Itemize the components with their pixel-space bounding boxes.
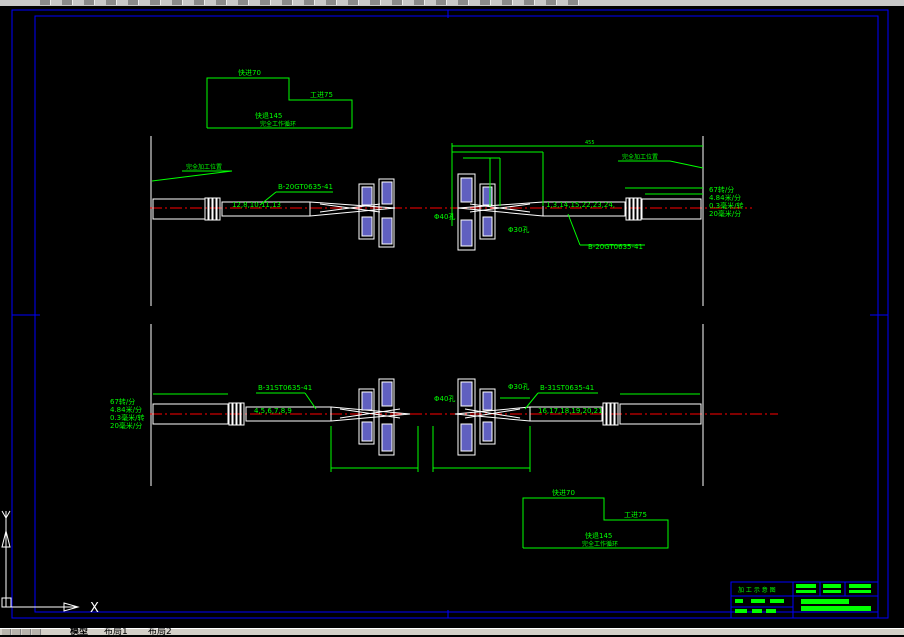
matchprop-icon[interactable] — [216, 0, 227, 5]
toolpalette-icon[interactable] — [414, 0, 425, 5]
tab-first-arrow[interactable] — [2, 629, 11, 635]
top-right-line-note: 完全加工位置 — [622, 153, 658, 161]
bottom-left-head-label: B-31ST0635-41 — [258, 384, 312, 392]
copy-icon[interactable] — [172, 0, 183, 5]
bottom-dia30: Φ30孔 — [508, 383, 529, 391]
tab-model[interactable]: 模型 — [70, 628, 88, 637]
bottom-legend-total145: 快退145 — [585, 531, 612, 540]
layer-icon[interactable] — [524, 0, 535, 5]
save-icon[interactable] — [84, 0, 95, 5]
open-icon[interactable] — [62, 0, 73, 5]
color-icon[interactable] — [568, 0, 579, 5]
help-icon[interactable] — [502, 0, 513, 5]
properties-icon[interactable] — [370, 0, 381, 5]
zoom-previous-icon[interactable] — [348, 0, 359, 5]
tab-layout1[interactable]: 布局1 — [104, 628, 128, 637]
preview-icon[interactable] — [128, 0, 139, 5]
calc-icon[interactable] — [480, 0, 491, 5]
svg-text:67转/分: 67转/分 — [709, 185, 734, 194]
tab-next-arrow[interactable] — [22, 629, 31, 635]
bottom-legend-speed70: 快进70 — [552, 488, 575, 497]
outer-frame — [11, 9, 889, 619]
top-legend-work75: 工进75 — [310, 91, 333, 99]
svg-text:0.3毫米/转: 0.3毫米/转 — [110, 413, 145, 422]
svg-text:67转/分: 67转/分 — [110, 397, 135, 406]
zoom-realtime-icon[interactable] — [304, 0, 315, 5]
ucs-x-label: X — [90, 601, 99, 616]
top-dim-455: 455 — [585, 140, 595, 146]
svg-text:20毫米/分: 20毫米/分 — [110, 421, 142, 430]
cut-icon[interactable] — [150, 0, 161, 5]
svg-text:4.84米/分: 4.84米/分 — [709, 193, 741, 202]
svg-text:20毫米/分: 20毫米/分 — [709, 209, 741, 218]
top-right-spindle-nums: 1,3,14,15,22,23,24, — [546, 201, 615, 209]
bottom-dia40: Φ40孔 — [434, 395, 455, 403]
top-legend-note: 完全工作循环 — [260, 120, 296, 128]
markup-icon[interactable] — [458, 0, 469, 5]
bottom-legend-note: 完全工作循环 — [582, 540, 618, 548]
model-space-canvas[interactable]: 快进70 工进75 快退145 完全工作循环 12,8,10,11,13 B-2… — [0, 6, 904, 628]
layer-state-icon[interactable] — [546, 0, 557, 5]
ucs-icon — [1, 510, 80, 612]
designcenter-icon[interactable] — [392, 0, 403, 5]
top-left-spindle-nums: 12,8,10,11,13 — [232, 201, 281, 209]
bottom-right-head-label: B-31ST0635-41 — [540, 384, 594, 392]
top-right-head-label: B-20GT0635-41 — [588, 243, 643, 251]
sheetset-icon[interactable] — [436, 0, 447, 5]
svg-text:0.3毫米/转: 0.3毫米/转 — [709, 201, 744, 210]
redo-icon[interactable] — [260, 0, 271, 5]
tab-prev-arrow[interactable] — [12, 629, 21, 635]
top-dia30: Φ30孔 — [508, 226, 529, 234]
top-left-fixture — [358, 178, 395, 248]
zoom-window-icon[interactable] — [326, 0, 337, 5]
top-dia40: Φ40孔 — [434, 213, 455, 221]
top-legend-total145: 快退145 — [255, 111, 282, 120]
pan-icon[interactable] — [282, 0, 293, 5]
new-icon[interactable] — [40, 0, 51, 5]
top-dimension-lines — [451, 143, 703, 226]
top-left-head-label: B-20GT0635-41 — [278, 183, 333, 191]
top-legend-speed70: 快进70 — [238, 68, 261, 77]
tab-layout2[interactable]: 布局2 — [148, 628, 172, 637]
print-icon[interactable] — [106, 0, 117, 5]
tab-last-arrow[interactable] — [32, 629, 41, 635]
paste-icon[interactable] — [194, 0, 205, 5]
top-right-fixture — [457, 173, 496, 251]
bottom-legend-work75: 工进75 — [624, 511, 647, 519]
top-left-line-note: 完全加工位置 — [186, 163, 222, 171]
bottom-left-spindle-nums: 4,5,6,7,8,9 — [254, 407, 292, 415]
svg-text:4.84米/分: 4.84米/分 — [110, 405, 142, 414]
bottom-speed-list: 67转/分 4.84米/分 0.3毫米/转 20毫米/分 — [110, 397, 145, 430]
inner-frame — [34, 15, 879, 613]
bottom-right-spindle-nums: 16,17,18,19,20,21 — [538, 407, 603, 415]
top-speed-list: 67转/分 4.84米/分 0.3毫米/转 20毫米/分 — [709, 185, 744, 218]
undo-icon[interactable] — [238, 0, 249, 5]
title-block-heading: 加 工 示 意 图 — [738, 586, 776, 594]
cad-drawing[interactable]: 快进70 工进75 快退145 完全工作循环 12,8,10,11,13 B-2… — [0, 6, 904, 628]
